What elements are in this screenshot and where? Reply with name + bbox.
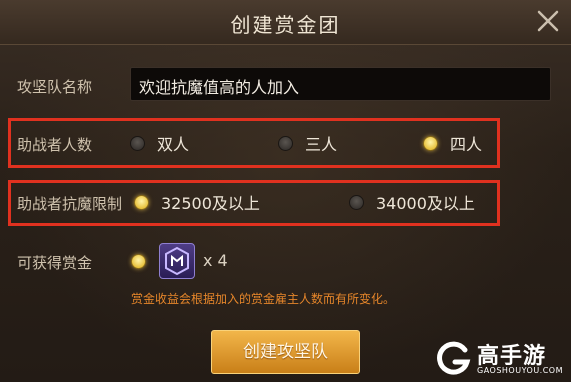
resist-limit-option-32500[interactable]: 32500及以上 [134, 189, 260, 215]
watermark-logo-icon [437, 341, 471, 375]
bounty-item-icon[interactable] [159, 243, 195, 279]
reward-label: 可获得赏金 [17, 254, 93, 272]
reward-quantity: x 4 [203, 251, 228, 270]
helper-count-option-label: 三人 [305, 135, 338, 154]
radio-selected-icon [134, 194, 149, 210]
helper-count-option-3[interactable]: 三人 [278, 130, 337, 156]
dialog-title: 创建赏金团 [230, 13, 341, 37]
create-bounty-dialog: 创建赏金团 攻坚队名称 欢迎抗魔值高的人加入 助战者人数 双人 三人 四人 助战… [0, 0, 571, 382]
radio-icon [130, 135, 145, 151]
reward-note: 赏金收益会根据加入的赏金雇主人数而有所变化。 [131, 292, 396, 306]
title-bar: 创建赏金团 [0, 0, 571, 45]
team-name-label: 攻坚队名称 [17, 78, 93, 96]
watermark: 高手游 GAOSHOUYOU.COM [433, 338, 563, 378]
resist-limit-option-34000[interactable]: 34000及以上 [349, 189, 475, 215]
helper-count-option-label: 四人 [450, 135, 483, 154]
reward-radio[interactable] [131, 248, 158, 274]
create-team-button[interactable]: 创建攻坚队 [211, 330, 360, 374]
watermark-subtext: GAOSHOUYOU.COM [477, 366, 564, 375]
radio-icon [278, 135, 293, 151]
resist-limit-option-label: 32500及以上 [161, 194, 260, 213]
radio-selected-icon [131, 253, 146, 269]
team-name-input[interactable]: 欢迎抗魔值高的人加入 [130, 67, 551, 101]
resist-limit-option-label: 34000及以上 [376, 194, 475, 213]
helper-count-option-4[interactable]: 四人 [423, 130, 482, 156]
radio-selected-icon [423, 135, 438, 151]
helper-count-option-label: 双人 [157, 135, 190, 154]
helper-count-option-2[interactable]: 双人 [130, 130, 189, 156]
helper-count-label: 助战者人数 [17, 136, 93, 154]
radio-icon [349, 194, 364, 210]
close-icon[interactable] [535, 8, 561, 34]
resist-limit-label: 助战者抗魔限制 [17, 195, 123, 213]
